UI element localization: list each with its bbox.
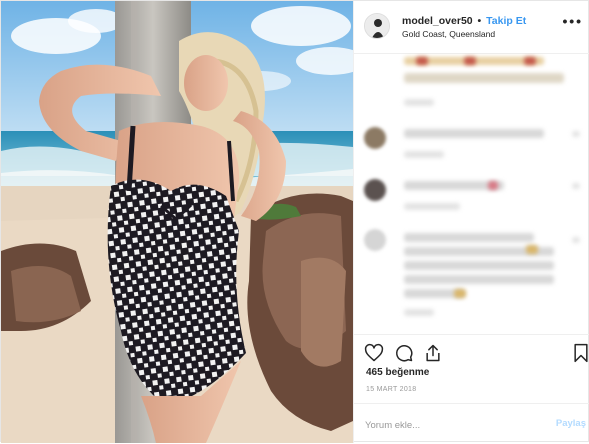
heart-icon[interactable] bbox=[364, 343, 384, 363]
blurred-comment-text bbox=[404, 261, 554, 270]
post-header: model_over50 • Takip Et Gold Coast, Quee… bbox=[354, 1, 589, 54]
post-comment-button[interactable]: Paylaş bbox=[556, 418, 586, 429]
blurred-comment-meta bbox=[404, 309, 434, 316]
beach-photo-illustration bbox=[1, 1, 353, 443]
avatar-image-icon bbox=[365, 14, 389, 38]
blurred-comment-meta bbox=[404, 151, 444, 158]
blurred-like-icon bbox=[572, 237, 580, 243]
separator-dot: • bbox=[477, 15, 482, 27]
blurred-avatar bbox=[364, 229, 386, 251]
username[interactable]: model_over50 bbox=[402, 15, 473, 27]
blurred-like-icon bbox=[572, 131, 580, 137]
post-date[interactable]: 15 MART 2018 bbox=[366, 386, 416, 393]
location-link[interactable]: Gold Coast, Queensland bbox=[402, 29, 495, 39]
blurred-emoji bbox=[488, 181, 498, 190]
blurred-comment-text bbox=[404, 275, 554, 284]
add-comment-bar: Paylaş bbox=[354, 403, 589, 444]
avatar[interactable] bbox=[364, 13, 390, 39]
comment-icon[interactable] bbox=[394, 343, 414, 363]
follow-button[interactable]: Takip Et bbox=[486, 15, 526, 27]
blurred-comment-meta bbox=[404, 99, 434, 106]
blurred-emoji bbox=[416, 57, 428, 65]
blurred-comment-meta bbox=[404, 203, 460, 210]
blurred-comment-text bbox=[404, 73, 564, 83]
bookmark-icon[interactable] bbox=[571, 343, 589, 363]
blurred-emoji bbox=[464, 57, 476, 65]
blurred-emoji bbox=[454, 289, 466, 298]
blurred-comment-text bbox=[404, 233, 534, 242]
blurred-comment-text bbox=[404, 129, 544, 138]
blurred-emoji bbox=[526, 245, 538, 254]
share-icon[interactable] bbox=[423, 343, 443, 363]
comments-list bbox=[354, 53, 589, 333]
blurred-avatar bbox=[364, 127, 386, 149]
instagram-post-window: model_over50 • Takip Et Gold Coast, Quee… bbox=[0, 0, 589, 443]
more-options-icon[interactable]: • • • bbox=[563, 13, 582, 29]
blurred-emoji bbox=[524, 57, 536, 65]
post-actions-bar bbox=[354, 334, 589, 371]
blurred-avatar bbox=[364, 179, 386, 201]
comment-input[interactable] bbox=[365, 417, 525, 433]
username-row: model_over50 • Takip Et bbox=[402, 15, 526, 27]
blurred-like-icon bbox=[572, 183, 580, 189]
post-details-panel: model_over50 • Takip Et Gold Coast, Quee… bbox=[353, 1, 589, 443]
post-photo[interactable] bbox=[1, 1, 353, 443]
like-count[interactable]: 465 beğenme bbox=[366, 367, 429, 378]
